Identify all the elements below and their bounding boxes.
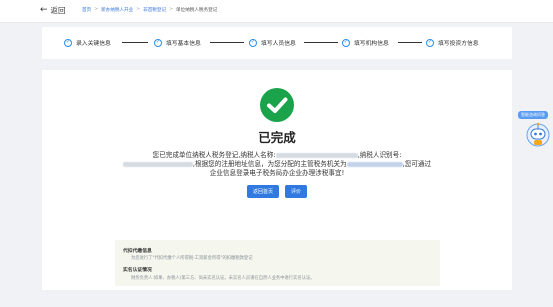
- assistant-robot-icon[interactable]: [525, 118, 551, 148]
- redacted-taxpayer-name: [275, 152, 358, 158]
- agent-info-text: 为您进行了"代扣代缴个人所得税-工资薪金所得"的扣缴税款登记: [131, 256, 253, 261]
- redacted-tax-authority: [346, 161, 403, 167]
- arrow-left-icon: ←: [40, 5, 48, 15]
- step-label: 填写基本信息: [166, 41, 201, 47]
- step-label: 录入关键信息: [76, 41, 111, 47]
- info-panel: 代扣代缴信息 为您进行了"代扣代缴个人所得税-工资薪金所得"的扣缴税款登记 实名…: [115, 240, 440, 286]
- message-text: ,纳税人识别号:: [357, 151, 402, 159]
- breadcrumb-separator: >: [94, 7, 99, 12]
- breadcrumb-separator: >: [169, 7, 173, 12]
- step-connector: [304, 42, 338, 43]
- breadcrumb-new-taxpayer[interactable]: 新办纳税人开业: [101, 7, 133, 13]
- realname-title: 实名认证情况: [123, 268, 152, 273]
- check-circle-icon: ✓: [249, 38, 257, 47]
- step-basic-info: ✓ 填写基本信息: [154, 38, 201, 47]
- step-connector: [122, 42, 148, 43]
- step-key-info: ✓ 录入关键信息: [64, 38, 111, 47]
- step-label: 填写人员信息: [261, 41, 296, 47]
- check-circle-icon: ✓: [64, 38, 72, 47]
- breadcrumb-separator: >: [136, 7, 141, 12]
- step-label: 填写投资方信息: [438, 41, 479, 47]
- step-investor-info: ✓ 填写投资方信息: [426, 38, 479, 47]
- result-message: 您已完成单位纳税人税务登记,纳税人名称: ,纳税人识别号: ,根据您的注册地址信息，…: [122, 151, 432, 178]
- result-card: 已完成 您已完成单位纳税人税务登记,纳税人名称: ,纳税人识别号: ,根据您的注册地…: [42, 70, 512, 290]
- check-circle-icon: ✓: [342, 38, 350, 47]
- agent-info-title: 代扣代缴信息: [123, 249, 152, 254]
- breadcrumb-current: 单位纳税人税务登记: [175, 8, 218, 13]
- breadcrumb: 首页 > 新办纳税人开业 > 非首税登记 > 单位纳税人税务登记: [82, 7, 217, 13]
- breadcrumb-home[interactable]: 首页: [82, 7, 91, 13]
- action-buttons: 返回首页 评价: [42, 185, 512, 198]
- step-connector: [398, 42, 422, 43]
- step-personnel-info: ✓ 填写人员信息: [249, 38, 296, 47]
- top-bar: ← 返回 首页 > 新办纳税人开业 > 非首税登记 > 单位纳税人税务登记: [0, 0, 553, 23]
- breadcrumb-registration[interactable]: 非首税登记: [143, 7, 166, 13]
- check-circle-icon: ✓: [154, 38, 162, 47]
- message-text: ,根据您的注册地址信息，为您分配的主管税务机关为: [192, 160, 347, 168]
- realname-text: 财务负责人:如果、办税人(第三方、尚未实名认证。未实名人员请在自然人业务中进行实…: [131, 276, 315, 281]
- redacted-tax-id: [122, 161, 193, 167]
- rate-button[interactable]: 评价: [285, 185, 308, 198]
- back-label: 返回: [50, 6, 66, 15]
- check-circle-icon: ✓: [426, 38, 434, 47]
- success-check-icon: [260, 88, 294, 122]
- back-button[interactable]: ← 返回: [40, 5, 66, 16]
- result-title: 已完成: [258, 130, 296, 145]
- step-label: 填写机构信息: [354, 41, 389, 47]
- step-connector: [210, 42, 244, 43]
- return-home-button[interactable]: 返回首页: [246, 185, 279, 198]
- progress-steps: ✓ 录入关键信息 ✓ 填写基本信息 ✓ 填写人员信息 ✓ 填写机构信息 ✓ 填写…: [42, 27, 512, 59]
- message-text: 您已完成单位纳税人税务登记,纳税人名称:: [152, 151, 276, 159]
- step-institution-info: ✓ 填写机构信息: [342, 38, 389, 47]
